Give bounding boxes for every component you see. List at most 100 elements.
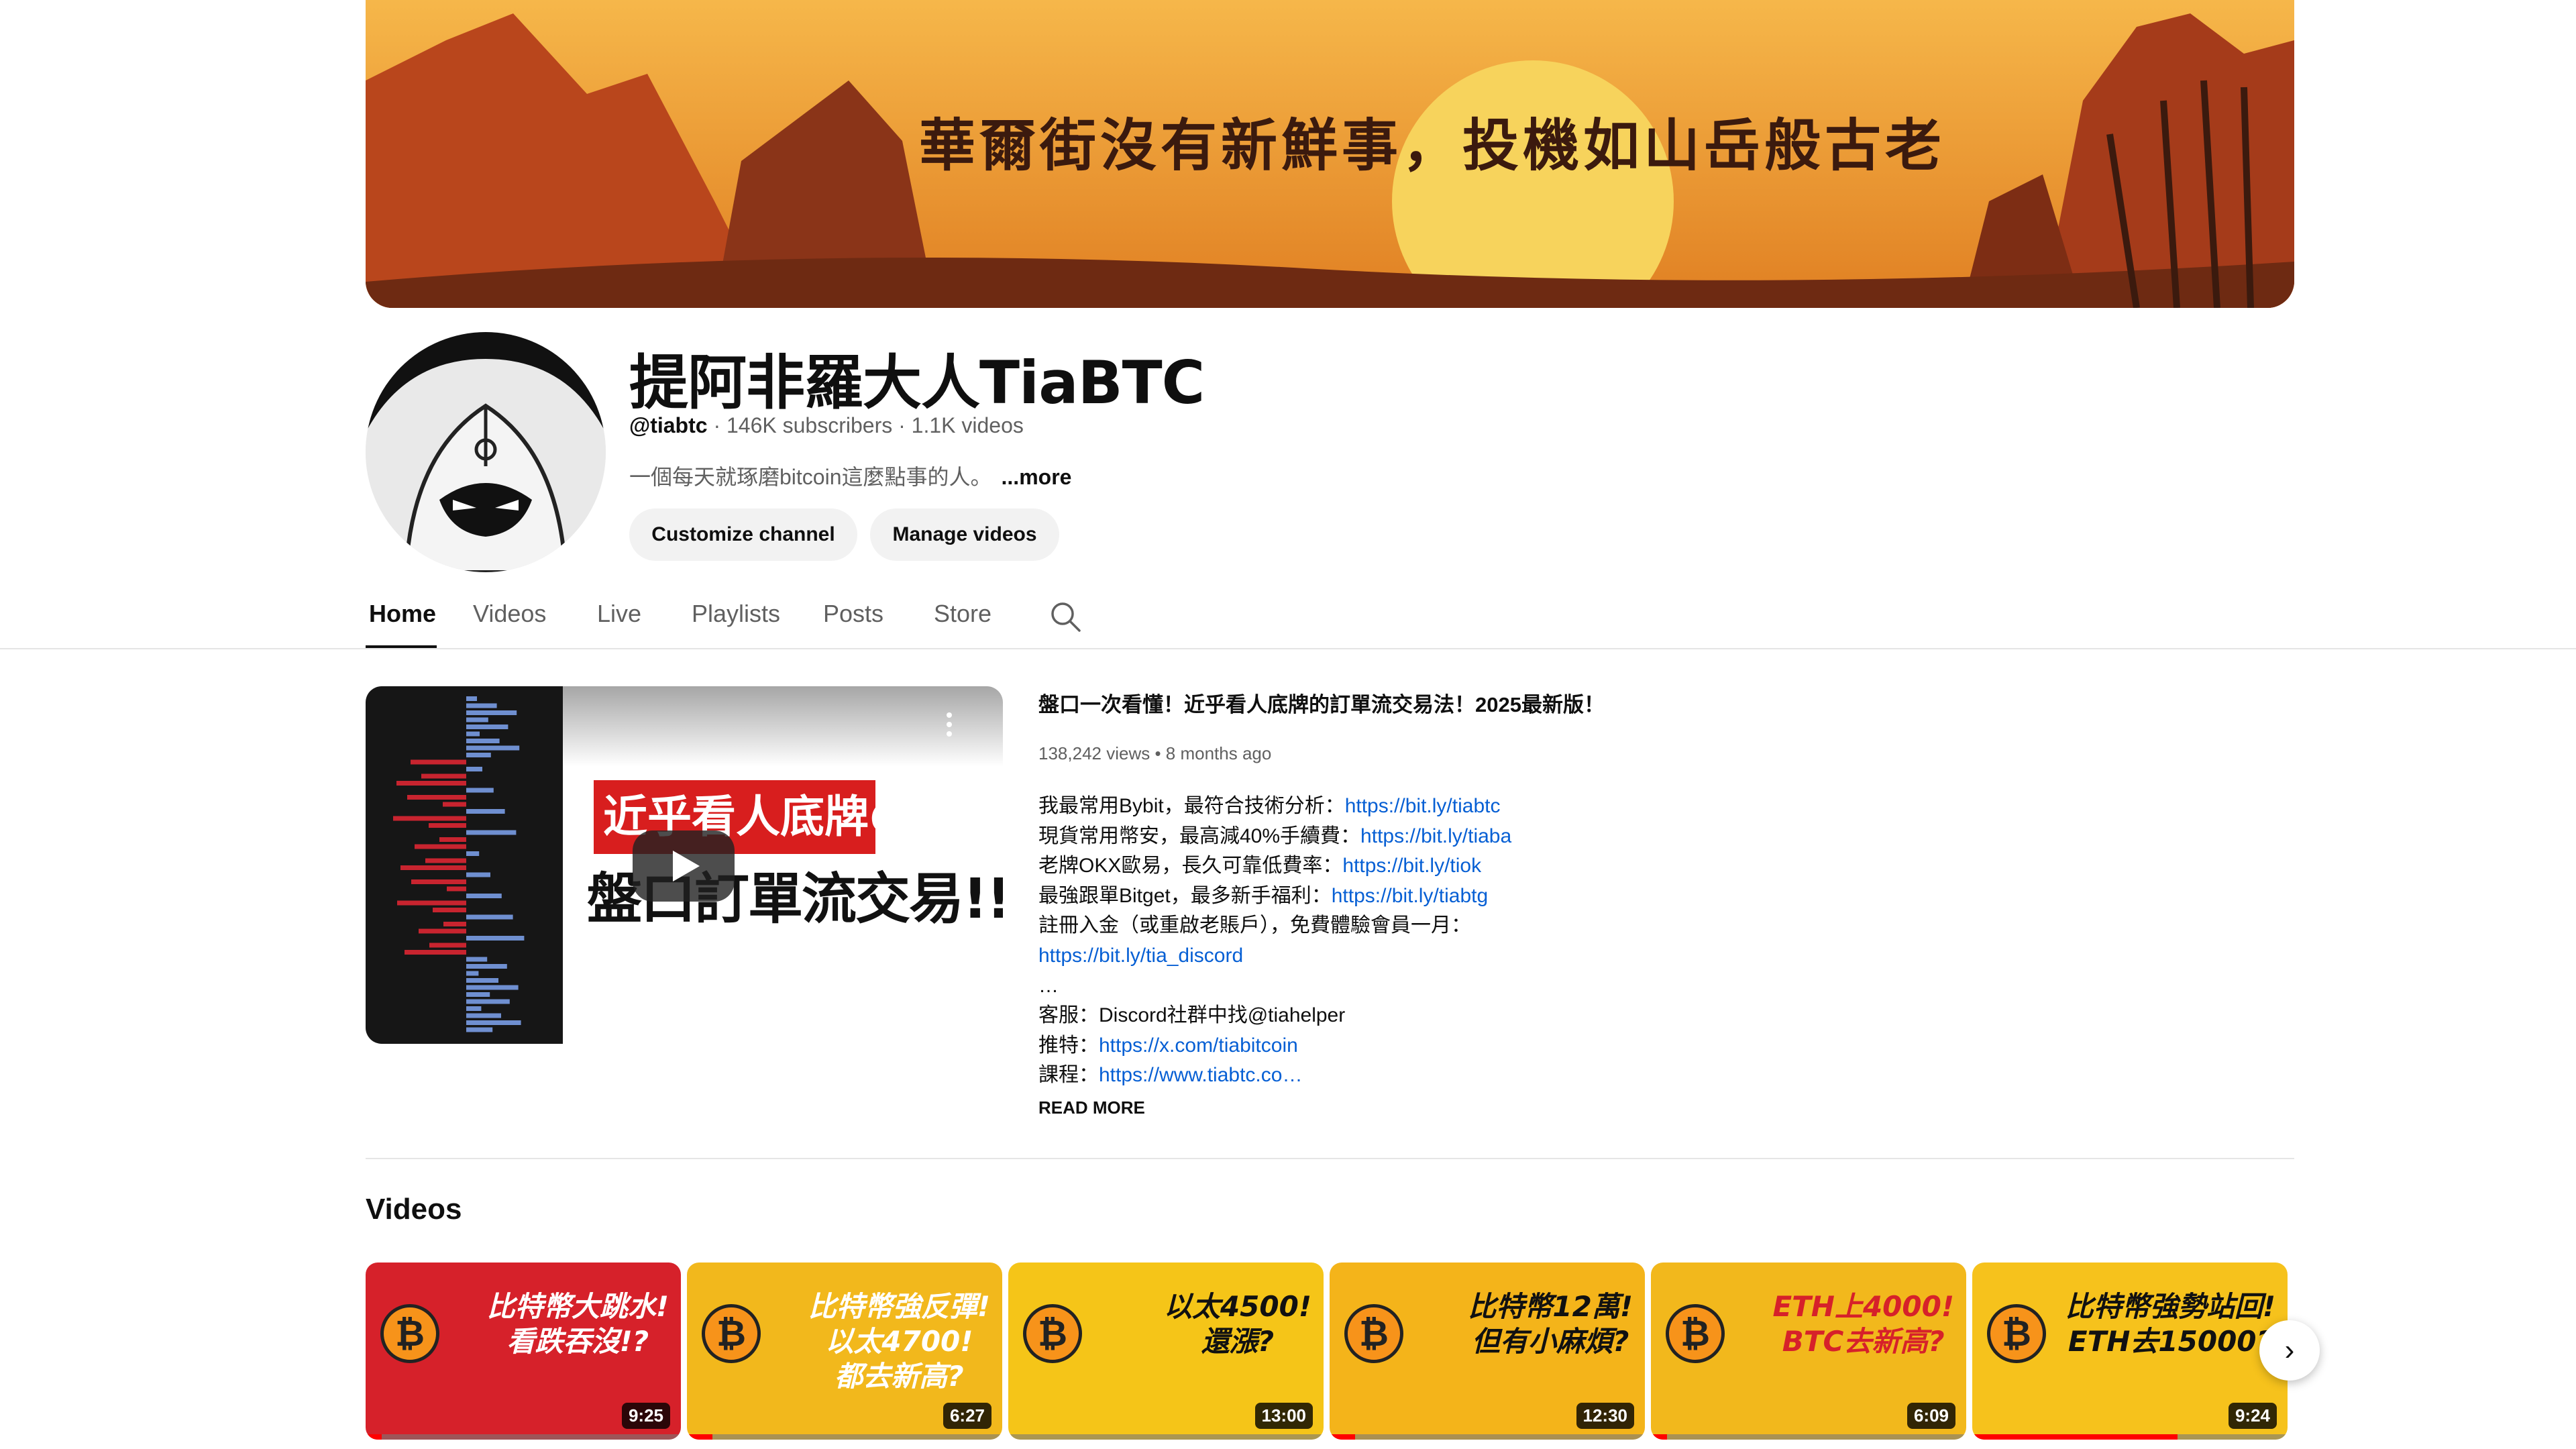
- description-text: 客服：Discord社群中找@tiahelper: [1038, 1004, 1346, 1027]
- video-thumbnail-caption: 以太4500! 還漲?: [1164, 1289, 1311, 1359]
- video-duration: 13:00: [1254, 1403, 1313, 1429]
- video-duration: 9:25: [621, 1403, 670, 1429]
- description-link[interactable]: https://bit.ly/tiabtc: [1345, 795, 1501, 817]
- caption-line: 但有小麻煩?: [1472, 1325, 1629, 1358]
- tab-home[interactable]: Home: [369, 600, 436, 628]
- tab-playlists[interactable]: Playlists: [692, 600, 780, 628]
- featured-video-meta: 138,242 views • 8 months ago: [1038, 743, 1271, 764]
- description-link[interactable]: https://bit.ly/tia_discord: [1038, 945, 1243, 967]
- bitcoin-icon: ₿: [1344, 1304, 1403, 1363]
- description-text: 現貨常用幣安，最高減40%手續費：: [1038, 824, 1361, 847]
- upload-age: 8 months ago: [1165, 743, 1272, 763]
- order-book-bar: [466, 964, 507, 969]
- order-book-bar: [466, 936, 525, 941]
- channel-description[interactable]: 一個每天就琢磨bitcoin這麼點事的人。 ...more: [629, 460, 1071, 491]
- order-book-bar: [466, 971, 479, 976]
- order-book-bar: [466, 767, 482, 771]
- watch-progress-track: [1330, 1434, 1645, 1440]
- description-text: 最強跟單Bitget，最多新手福利：: [1038, 884, 1332, 907]
- description-line: https://bit.ly/tia_discord: [1038, 941, 1511, 971]
- play-icon[interactable]: [633, 830, 735, 902]
- caption-line: 以太4500!: [1163, 1290, 1311, 1323]
- customize-channel-button[interactable]: Customize channel: [629, 508, 857, 561]
- video-thumbnail-caption: ETH上4000! BTC去新高?: [1772, 1289, 1954, 1359]
- order-book-bar: [466, 1027, 493, 1032]
- tab-store[interactable]: Store: [934, 600, 991, 628]
- watch-progress-track: [687, 1434, 1002, 1440]
- caption-line: ETH去15000?: [2068, 1325, 2273, 1358]
- watch-progress-track: [1008, 1434, 1324, 1440]
- description-line: 最強跟單Bitget，最多新手福利：https://bit.ly/tiabtg: [1038, 881, 1511, 912]
- shelf-next-arrow-icon[interactable]: ›: [2259, 1320, 2320, 1381]
- view-count: 138,242 views: [1038, 743, 1150, 763]
- subscriber-count: 146K subscribers: [726, 413, 893, 437]
- description-link[interactable]: https://x.com/tiabitcoin: [1099, 1034, 1298, 1057]
- caption-line: 看跌吞沒!?: [506, 1325, 649, 1358]
- caption-line: 比特幣強反彈!: [808, 1290, 990, 1323]
- video-thumbnail-caption: 比特幣12萬! 但有小麻煩?: [1468, 1289, 1633, 1359]
- caption-line: ETH上4000!: [1772, 1290, 1954, 1323]
- channel-description-text: 一個每天就琢磨bitcoin這麼點事的人。: [629, 465, 992, 489]
- order-book-bar: [466, 985, 519, 990]
- order-book-bar: [466, 745, 520, 751]
- description-line: 課程：https://www.tiabtc.co…: [1038, 1061, 1511, 1091]
- order-book-bar: [411, 879, 466, 884]
- order-book-graphic: [366, 686, 563, 1044]
- bitcoin-icon: ₿: [380, 1304, 439, 1363]
- description-link[interactable]: https://www.tiabtc.co…: [1099, 1064, 1302, 1086]
- description-link[interactable]: https://bit.ly/tiaba: [1360, 825, 1511, 847]
- order-book-bar: [396, 781, 466, 786]
- featured-video-title[interactable]: 盤口一次看懂！近乎看人底牌的訂單流交易法！2025最新版！: [1038, 688, 1605, 718]
- order-book-bar: [466, 753, 491, 757]
- order-book-bar: [466, 957, 488, 962]
- description-text: 老牌OKX歐易，長久可靠低費率：: [1038, 855, 1343, 877]
- order-book-bar: [466, 809, 505, 814]
- tab-videos[interactable]: Videos: [473, 600, 546, 628]
- order-book-bar: [466, 739, 500, 743]
- order-book-bar: [443, 802, 466, 807]
- order-book-bar: [466, 731, 480, 737]
- video-card[interactable]: ₿ 以太4500! 還漲? 13:00: [1008, 1263, 1324, 1440]
- video-thumbnail-caption: 比特幣強反彈! 以太4700! 都去新高?: [808, 1289, 990, 1394]
- order-book-bar: [393, 816, 466, 821]
- order-book-bar: [466, 872, 490, 877]
- order-book-bar: [397, 900, 466, 906]
- video-card[interactable]: ₿ 比特幣12萬! 但有小麻煩? 12:30: [1330, 1263, 1645, 1440]
- order-book-bar: [466, 999, 510, 1004]
- video-card[interactable]: ₿ 比特幣強反彈! 以太4700! 都去新高? 6:27: [687, 1263, 1002, 1440]
- tab-posts[interactable]: Posts: [823, 600, 883, 628]
- description-line: 我最常用Bybit，最符合技術分析：https://bit.ly/tiabtc: [1038, 792, 1511, 822]
- order-book-bar: [425, 858, 466, 863]
- watch-progress-bar: [1972, 1434, 2178, 1440]
- channel-avatar[interactable]: [366, 332, 606, 572]
- watch-progress-track: [366, 1434, 681, 1440]
- video-duration: 6:09: [1907, 1403, 1955, 1429]
- more-options-icon[interactable]: [939, 710, 959, 743]
- description-line: 老牌OKX歐易，長久可靠低費率：https://bit.ly/tiok: [1038, 851, 1511, 881]
- order-book-bar: [466, 978, 498, 983]
- watch-progress-bar: [687, 1434, 712, 1440]
- description-more-link[interactable]: ...more: [1002, 465, 1072, 489]
- video-card[interactable]: ₿ ETH上4000! BTC去新高? 6:09: [1651, 1263, 1966, 1440]
- order-book-bar: [407, 795, 466, 800]
- order-book-bar: [466, 1013, 501, 1018]
- description-link[interactable]: https://bit.ly/tiabtg: [1332, 885, 1488, 907]
- video-card[interactable]: ₿ 比特幣強勢站回! ETH去15000? 9:24: [1972, 1263, 2288, 1440]
- channel-name: 提阿非羅大人TiaBTC: [629, 348, 1205, 417]
- description-text: 我最常用Bybit，最符合技術分析：: [1038, 795, 1345, 817]
- thumbnail-top-gradient: [563, 686, 1003, 767]
- order-book-bar: [411, 759, 466, 765]
- description-line: …: [1038, 971, 1511, 1002]
- read-more-link[interactable]: READ MORE: [1038, 1097, 1145, 1118]
- description-text: 推特：: [1038, 1034, 1099, 1057]
- videos-shelf-title[interactable]: Videos: [366, 1193, 462, 1226]
- video-thumbnail-caption: 比特幣強勢站回! ETH去15000?: [2065, 1289, 2275, 1359]
- featured-video-thumbnail[interactable]: 近乎看人底牌の 盤口訂單流交易!!: [366, 686, 1003, 1044]
- order-book-bar: [429, 943, 466, 948]
- description-link[interactable]: https://bit.ly/tiok: [1342, 855, 1481, 877]
- video-card[interactable]: ₿ 比特幣大跳水! 看跌吞沒!? 9:25: [366, 1263, 681, 1440]
- search-icon[interactable]: [1049, 600, 1082, 633]
- manage-videos-button[interactable]: Manage videos: [870, 508, 1059, 561]
- tab-live[interactable]: Live: [597, 600, 641, 628]
- order-book-bar: [447, 886, 466, 892]
